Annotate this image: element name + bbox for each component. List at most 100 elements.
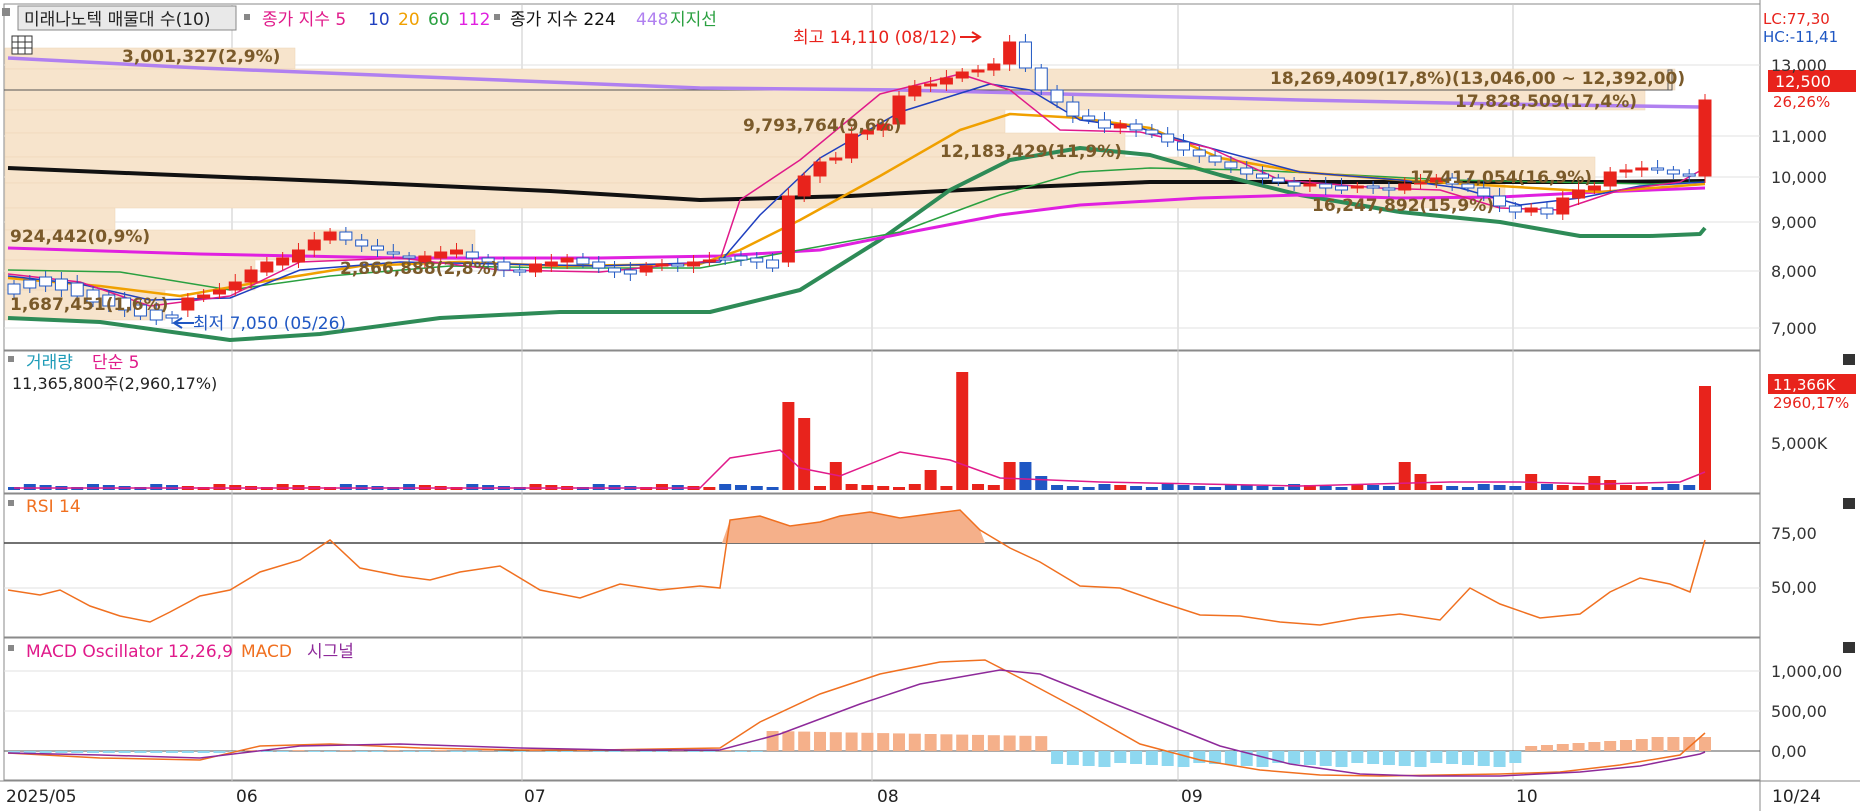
legend-square-icon — [8, 645, 14, 651]
candle-body — [276, 257, 290, 266]
candle-body — [260, 261, 274, 273]
macd-osc-bar — [1019, 735, 1032, 751]
volume-bar — [1651, 487, 1664, 490]
candle-body — [781, 195, 795, 263]
macd-osc-bar — [1256, 751, 1269, 767]
macd-osc-bar — [908, 733, 921, 751]
current-pct: 26,26% — [1773, 93, 1830, 111]
volume-bar — [813, 486, 826, 490]
grid-icon[interactable] — [11, 35, 33, 55]
volume-bar — [339, 484, 352, 490]
macd-osc-bar — [829, 732, 842, 751]
x-label-08: 08 — [877, 787, 899, 807]
volume-bar — [924, 470, 937, 490]
volume-bar — [1635, 486, 1648, 490]
price-tick-11000: 11,000 — [1771, 127, 1827, 146]
candle-body — [386, 251, 400, 255]
volume-bar — [1509, 486, 1522, 490]
high-label: 최고 14,110 (08/12) — [793, 28, 957, 48]
macd-osc-bar — [782, 731, 795, 751]
candle-body — [734, 255, 748, 261]
candle-body — [1018, 41, 1032, 69]
macd-osc-bar — [434, 750, 447, 751]
candle-body — [434, 251, 448, 259]
macd-osc-bar — [561, 751, 574, 752]
candle-body — [1398, 183, 1412, 191]
candle-body — [323, 231, 337, 241]
macd-osc-bar — [734, 751, 747, 752]
volume-bar — [987, 485, 1000, 490]
volume-bar — [1019, 462, 1032, 490]
candle-body — [1176, 141, 1190, 151]
candle-body — [1335, 185, 1349, 191]
volume-info: 11,365,800주(2,960,17%) — [12, 374, 217, 393]
volume-ma-label: 단순 5 — [92, 353, 140, 373]
macd-osc-bar — [292, 750, 305, 751]
macd-osc-bar — [1382, 751, 1395, 765]
x-label-10: 10 — [1516, 787, 1538, 807]
candle-body — [797, 175, 811, 197]
volume-bar — [703, 487, 716, 490]
volume-bar — [655, 484, 668, 490]
volume-bar — [1272, 487, 1285, 490]
candle-body — [1572, 189, 1586, 199]
candle-body — [1003, 41, 1017, 65]
vp-label-8: 924,442(0,9%) — [10, 227, 150, 247]
volume-bar — [1604, 480, 1617, 490]
volume-bar — [1098, 484, 1111, 490]
candle-body — [1508, 205, 1522, 213]
volume-bar — [1051, 485, 1064, 490]
volume-bar — [845, 484, 858, 490]
macd-osc-bar — [1540, 745, 1553, 751]
candle-body — [54, 278, 68, 291]
close-icon[interactable] — [1843, 642, 1855, 653]
vp-label-9: 2,866,888(2,8%) — [340, 259, 498, 279]
macd-osc-bar — [893, 733, 906, 751]
volume-bar — [1588, 476, 1601, 490]
candle-body — [971, 69, 985, 73]
volume-bar — [1209, 487, 1222, 490]
macd-osc-bar — [940, 734, 953, 751]
candle-body — [291, 249, 305, 263]
macd-osc-bar — [1082, 751, 1095, 766]
candle-body — [1034, 67, 1048, 91]
volume-bar — [1161, 484, 1174, 490]
candle-body — [465, 251, 479, 259]
macd-osc-bar — [1035, 736, 1048, 751]
candle-body — [450, 249, 464, 255]
volume-bar — [1114, 485, 1127, 490]
volume-bar — [1367, 485, 1380, 490]
volume-bar — [1461, 487, 1474, 490]
volume-bar — [150, 484, 163, 490]
price-tick-10000: 10,000 — [1771, 168, 1827, 187]
legend-ma112: 112 — [458, 10, 490, 30]
legend-ma224: 종가 지수 224 — [510, 10, 616, 30]
close-icon[interactable] — [1843, 354, 1855, 365]
macd-osc-bar — [339, 750, 352, 751]
close-icon[interactable] — [1843, 498, 1855, 509]
x-label-06: 06 — [236, 787, 258, 807]
macd-osc-bar — [1477, 751, 1490, 766]
volume-bar — [1035, 476, 1048, 490]
legend-ma20: 20 — [398, 10, 420, 30]
vp-label-2: 18,269,409(17,8%)(13,046,00 ~ 12,392,00) — [1270, 69, 1685, 89]
macd-osc-bar — [1319, 751, 1332, 766]
candle-body — [197, 294, 211, 299]
volume-bar — [782, 402, 795, 490]
candle-body — [228, 281, 242, 291]
volume-bar — [213, 484, 226, 490]
vp-label-1: 3,001,327(2,9%) — [122, 47, 280, 67]
volume-bar — [972, 484, 985, 490]
volume-bar — [861, 485, 874, 490]
vp-label-3: 17,828,509(17,4%) — [1455, 92, 1637, 112]
candle-body — [1666, 169, 1680, 175]
macd-osc-bar — [87, 751, 100, 753]
volume-bar — [1446, 486, 1459, 490]
candle-body — [939, 77, 953, 85]
candle-body — [1477, 187, 1491, 197]
candle-body — [908, 85, 922, 97]
macd-tick-1000: 1,000,00 — [1771, 662, 1842, 681]
macd-osc-bar — [1509, 751, 1522, 763]
volume-bar — [23, 484, 36, 490]
macd-osc-bar — [845, 732, 858, 751]
